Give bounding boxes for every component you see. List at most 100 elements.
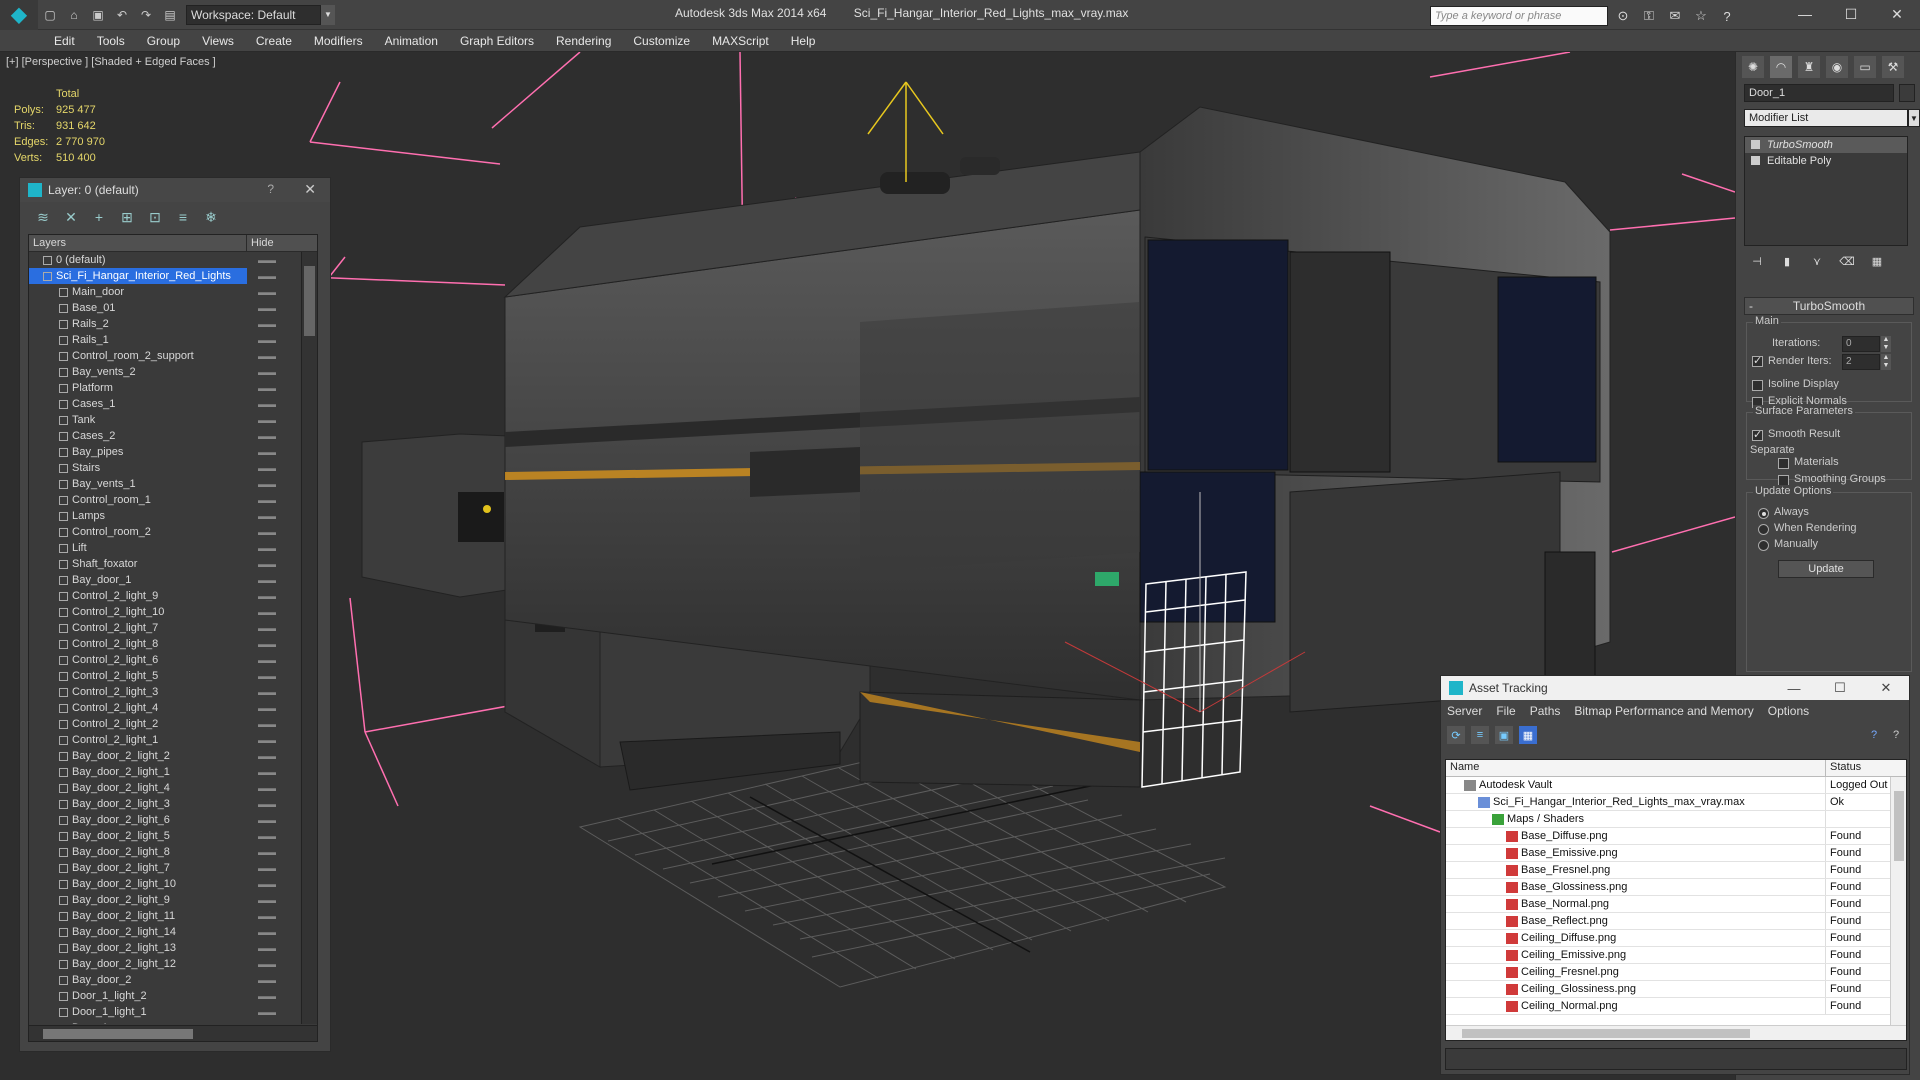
minimize-icon[interactable]: — bbox=[1771, 676, 1817, 700]
column-status[interactable]: Status bbox=[1826, 760, 1890, 776]
asset-row[interactable]: Base_Fresnel.png Found bbox=[1446, 862, 1892, 879]
asset-row[interactable]: Base_Diffuse.png Found bbox=[1446, 828, 1892, 845]
hide-toggle[interactable]: ▬▬ bbox=[247, 700, 287, 716]
layer-row[interactable]: Control_2_light_6 ▬▬ bbox=[29, 652, 301, 668]
layer-row[interactable]: Lamps ▬▬ bbox=[29, 508, 301, 524]
hide-toggle[interactable]: ▬▬ bbox=[247, 252, 287, 268]
hide-toggle[interactable]: ▬▬ bbox=[247, 348, 287, 364]
hide-toggle[interactable]: ▬▬ bbox=[247, 316, 287, 332]
layer-row[interactable]: Control_room_2_support ▬▬ bbox=[29, 348, 301, 364]
render-iters-spinner[interactable]: 2 bbox=[1842, 354, 1880, 370]
remove-modifier-icon[interactable]: ⌫ bbox=[1838, 252, 1856, 270]
hide-toggle[interactable]: ▬▬ bbox=[247, 620, 287, 636]
menu-edit[interactable]: Edit bbox=[54, 34, 75, 48]
list-view-icon[interactable]: ≡ bbox=[1471, 726, 1489, 744]
materials-checkbox[interactable] bbox=[1778, 458, 1789, 469]
app-logo-icon[interactable]: ◆ bbox=[0, 0, 38, 30]
manually-radio[interactable] bbox=[1758, 540, 1769, 551]
layer-row[interactable]: Control_2_light_8 ▬▬ bbox=[29, 636, 301, 652]
asset-row[interactable]: Ceiling_Glossiness.png Found bbox=[1446, 981, 1892, 998]
menu-options[interactable]: Options bbox=[1768, 704, 1809, 718]
layer-row[interactable]: Rails_1 ▬▬ bbox=[29, 332, 301, 348]
hide-all-layers-icon[interactable]: ≡ bbox=[174, 208, 192, 226]
hide-toggle[interactable]: ▬▬ bbox=[247, 972, 287, 988]
scroll-thumb[interactable] bbox=[304, 266, 315, 336]
hide-toggle[interactable]: ▬▬ bbox=[247, 460, 287, 476]
table-view-icon[interactable]: ▦ bbox=[1519, 726, 1537, 744]
hide-toggle[interactable]: ▬▬ bbox=[247, 716, 287, 732]
help-icon[interactable]: ? bbox=[267, 182, 274, 196]
search-input[interactable]: Type a keyword or phrase bbox=[1430, 6, 1608, 26]
layer-row[interactable]: Bay_door_2_light_12 ▬▬ bbox=[29, 956, 301, 972]
layer-list[interactable]: Layers Hide 0 (default) ▬▬ Sci_Fi_Hangar_I… bbox=[28, 234, 318, 1042]
hide-toggle[interactable]: ▬▬ bbox=[247, 284, 287, 300]
iterations-spinner[interactable]: 0 bbox=[1842, 336, 1880, 352]
layer-row[interactable]: Bay_door_1 ▬▬ bbox=[29, 572, 301, 588]
menu-rendering[interactable]: Rendering bbox=[556, 34, 611, 48]
hide-toggle[interactable]: ▬▬ bbox=[247, 364, 287, 380]
asset-row[interactable]: Base_Emissive.png Found bbox=[1446, 845, 1892, 862]
layer-row[interactable]: Door_1_light_2 ▬▬ bbox=[29, 988, 301, 1004]
hide-toggle[interactable]: ▬▬ bbox=[247, 1004, 287, 1020]
isoline-display-checkbox[interactable] bbox=[1752, 380, 1763, 391]
layer-row[interactable]: Control_2_light_1 ▬▬ bbox=[29, 732, 301, 748]
hide-toggle[interactable]: ▬▬ bbox=[247, 908, 287, 924]
maximize-icon[interactable]: ☐ bbox=[1828, 0, 1874, 28]
hide-toggle[interactable]: ▬▬ bbox=[247, 924, 287, 940]
menu-group[interactable]: Group bbox=[147, 34, 180, 48]
object-name-field[interactable]: Door_1 bbox=[1744, 84, 1894, 102]
hide-toggle[interactable]: ▬▬ bbox=[247, 668, 287, 684]
modify-tab-icon[interactable]: ◠ bbox=[1770, 56, 1792, 78]
menu-graph-editors[interactable]: Graph Editors bbox=[460, 34, 534, 48]
asset-row[interactable]: Base_Reflect.png Found bbox=[1446, 913, 1892, 930]
horizontal-scrollbar[interactable] bbox=[1446, 1025, 1906, 1040]
freeze-all-layers-icon[interactable]: ❄ bbox=[202, 208, 220, 226]
hide-toggle[interactable]: ▬▬ bbox=[247, 300, 287, 316]
stack-item-turbosmooth[interactable]: TurboSmooth bbox=[1745, 137, 1907, 153]
layer-row[interactable]: Bay_vents_2 ▬▬ bbox=[29, 364, 301, 380]
layer-row[interactable]: Bay_door_2_light_8 ▬▬ bbox=[29, 844, 301, 860]
menu-animation[interactable]: Animation bbox=[385, 34, 438, 48]
asset-table[interactable]: Name Status Autodesk Vault Logged Out Sci_… bbox=[1445, 759, 1907, 1041]
layer-row[interactable]: Rails_2 ▬▬ bbox=[29, 316, 301, 332]
hide-toggle[interactable]: ▬▬ bbox=[247, 1020, 287, 1024]
communication-icon[interactable]: ✉ bbox=[1664, 6, 1686, 26]
layer-row[interactable]: Bay_door_2_light_11 ▬▬ bbox=[29, 908, 301, 924]
layer-row[interactable]: Shaft_foxator ▬▬ bbox=[29, 556, 301, 572]
asset-row[interactable]: Ceiling_Fresnel.png Found bbox=[1446, 964, 1892, 981]
configure-modifier-sets-icon[interactable]: ▦ bbox=[1868, 252, 1886, 270]
menu-bitmap-performance[interactable]: Bitmap Performance and Memory bbox=[1574, 704, 1753, 718]
hide-toggle[interactable]: ▬▬ bbox=[247, 780, 287, 796]
hide-toggle[interactable]: ▬▬ bbox=[247, 380, 287, 396]
hide-toggle[interactable]: ▬▬ bbox=[247, 556, 287, 572]
hide-toggle[interactable]: ▬▬ bbox=[247, 844, 287, 860]
layer-row[interactable]: Bay_door_2_light_14 ▬▬ bbox=[29, 924, 301, 940]
menu-tools[interactable]: Tools bbox=[97, 34, 125, 48]
asset-row[interactable]: Ceiling_Normal.png Found bbox=[1446, 998, 1892, 1015]
vertical-scrollbar[interactable] bbox=[1890, 777, 1906, 1027]
turbosmooth-rollout-header[interactable]: - TurboSmooth bbox=[1744, 297, 1914, 315]
hide-toggle[interactable]: ▬▬ bbox=[247, 988, 287, 1004]
spinner-arrows-icon[interactable]: ▲ ▼ bbox=[1881, 336, 1891, 352]
motion-tab-icon[interactable]: ◉ bbox=[1826, 56, 1848, 78]
asset-row[interactable]: Base_Normal.png Found bbox=[1446, 896, 1892, 913]
hide-toggle[interactable]: ▬▬ bbox=[247, 268, 287, 284]
undo-icon[interactable]: ↶ bbox=[112, 5, 132, 25]
close-icon[interactable]: ✕ bbox=[304, 181, 316, 198]
object-color-swatch[interactable] bbox=[1899, 84, 1915, 102]
hide-toggle[interactable]: ▬▬ bbox=[247, 956, 287, 972]
hide-toggle[interactable]: ▬▬ bbox=[247, 508, 287, 524]
hide-toggle[interactable]: ▬▬ bbox=[247, 492, 287, 508]
menu-paths[interactable]: Paths bbox=[1530, 704, 1561, 718]
layer-explorer-window[interactable]: Layer: 0 (default) ? ✕ ≋ ✕ + ⊞ ⊡ ≡ ❄ Lay… bbox=[19, 177, 331, 1052]
layer-row[interactable]: Control_2_light_10 ▬▬ bbox=[29, 604, 301, 620]
layer-row[interactable]: Platform ▬▬ bbox=[29, 380, 301, 396]
asset-row[interactable]: Ceiling_Diffuse.png Found bbox=[1446, 930, 1892, 947]
always-radio[interactable] bbox=[1758, 508, 1769, 519]
hide-toggle[interactable]: ▬▬ bbox=[247, 572, 287, 588]
layer-row[interactable]: Bay_door_2_light_9 ▬▬ bbox=[29, 892, 301, 908]
update-button[interactable]: Update bbox=[1778, 560, 1874, 578]
save-file-icon[interactable]: ▣ bbox=[88, 5, 108, 25]
hide-toggle[interactable]: ▬▬ bbox=[247, 332, 287, 348]
hide-toggle[interactable]: ▬▬ bbox=[247, 876, 287, 892]
